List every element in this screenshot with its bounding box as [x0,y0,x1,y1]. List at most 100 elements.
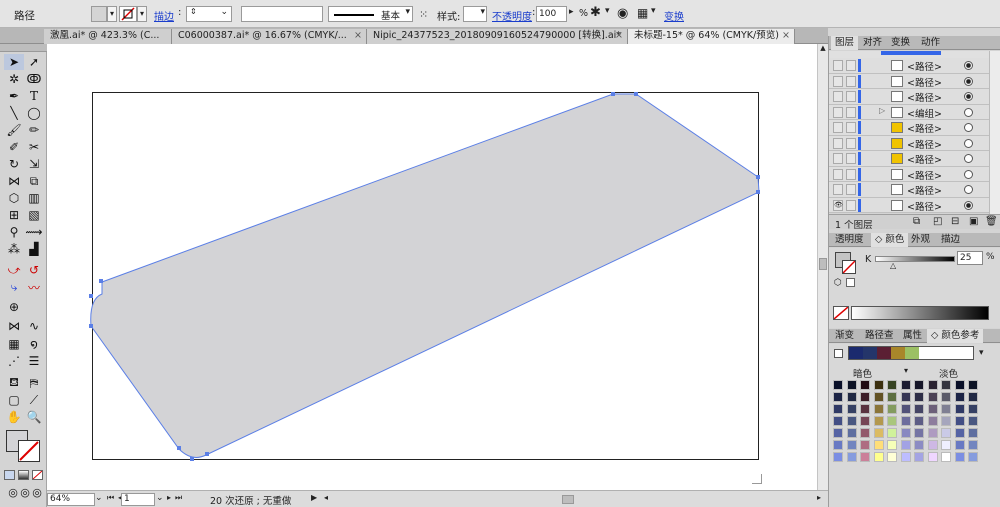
width-tool-icon[interactable]: ⋈ [4,173,24,189]
target-icon[interactable] [964,200,973,210]
visibility-toggle[interactable] [833,168,843,180]
locate-object-icon[interactable]: ⧉ [913,216,920,227]
tab-doc-2[interactable]: C06000387.ai* @ 16.67% (CMYK/... × [172,29,367,44]
guide-swatch[interactable] [941,452,951,462]
tab-color[interactable]: ◇ 颜色 [871,233,909,247]
custom-tool-red-2-icon[interactable]: ↺ [24,262,44,278]
recolor-artwork-icon[interactable]: ✱ [590,5,601,20]
opacity-input[interactable]: 100 [536,6,567,22]
scroll-left-icon[interactable]: ◂ [324,493,328,502]
chevron-down-icon[interactable]: ▾ [979,348,984,358]
k-slider[interactable] [875,256,955,262]
guide-swatch[interactable] [860,440,870,450]
tab-gradient[interactable]: 渐变 [831,329,858,343]
chevron-down-icon[interactable]: ▾ [605,6,610,16]
color-mode-icon[interactable] [4,470,15,480]
stroke-weight-input[interactable]: ⇕ ⌄ [186,6,232,22]
guide-swatch[interactable] [968,416,978,426]
guide-swatch[interactable] [873,404,884,414]
guide-swatch[interactable] [846,428,857,438]
guide-swatch[interactable] [900,416,911,426]
brush-definition[interactable]: 基本 ▾ [328,6,413,22]
harmony-swatch[interactable] [891,347,905,359]
tab-doc-1[interactable]: 激凰.ai* @ 423.3% (C... [44,29,172,44]
rectangle-tool-icon[interactable]: ▢ [4,392,24,408]
visibility-toggle[interactable] [833,91,843,102]
guide-swatch[interactable] [914,404,924,414]
vertical-scrollbar[interactable]: ▲ [817,44,828,490]
guide-swatch[interactable] [900,404,911,414]
guide-swatch[interactable] [833,404,843,414]
layer-row[interactable]: 👁 <路径> [829,197,989,213]
ellipse-tool-icon[interactable]: ◯ [24,105,44,121]
close-icon[interactable]: × [354,29,362,43]
draw-inside-icon[interactable]: ◎ [27,484,47,500]
stroke-link[interactable]: 描边 [154,8,174,23]
guide-swatch[interactable] [927,440,938,450]
layer-row[interactable]: <路径> [829,151,989,167]
guide-swatch[interactable] [968,404,978,414]
guide-swatch[interactable] [914,452,924,462]
visibility-toggle[interactable] [833,106,843,118]
slice-tool-icon[interactable]: ▦ [4,336,24,352]
knife-tool-icon[interactable]: ⟋ [24,392,44,408]
layer-row[interactable]: <路径> [829,89,989,105]
guide-swatch[interactable] [846,404,857,414]
visibility-toggle[interactable] [833,137,843,149]
scroll-up-icon[interactable]: ▲ [818,44,828,54]
clipping-mask-icon[interactable]: ◰ [933,216,942,227]
guide-swatch[interactable] [846,380,857,390]
selection-tool-icon[interactable]: ➤ [4,54,24,70]
opacity-link[interactable]: 不透明度 [492,8,532,23]
guide-swatch[interactable] [968,452,978,462]
custom-tool-wave-icon[interactable]: 〰 [24,279,44,295]
tab-transform[interactable]: 变换 [887,36,914,50]
guide-swatch[interactable] [968,428,978,438]
selected-path-shape[interactable] [90,93,760,458]
layer-row[interactable]: <路径> [829,182,989,198]
custom-tool-red-1-icon[interactable]: ⤻ [4,262,24,278]
guide-swatch[interactable] [887,380,897,390]
transform-link[interactable]: 变换 [664,8,684,23]
guide-swatch[interactable] [927,452,938,462]
list-tool-icon[interactable]: ☰ [24,353,44,369]
target-icon[interactable] [964,154,973,163]
scroll-right-icon[interactable]: ▸ [817,493,821,502]
layer-row[interactable]: ▷ <编组> [829,104,989,120]
arrange-icon[interactable]: ⁙ [419,8,428,21]
zoom-tool-icon[interactable]: 🔍 [24,409,44,425]
guide-swatch[interactable] [887,416,897,426]
stroke-swatch[interactable] [119,6,137,22]
guide-swatch[interactable] [914,440,924,450]
guide-swatch[interactable] [927,380,938,390]
globe-icon[interactable]: ◉ [617,6,628,21]
tab-doc-3[interactable]: Nipic_24377523_20180909160524790000 [转换]… [367,29,628,44]
graph-tool-icon[interactable]: ▟ [24,241,44,257]
color-spectrum-ramp[interactable] [851,306,989,320]
lock-toggle[interactable] [846,168,856,180]
lock-toggle[interactable] [846,137,856,149]
guide-swatch[interactable] [954,404,965,414]
zigzag-tool-icon[interactable]: ⋰ [4,353,24,369]
scale-tool-icon[interactable]: ⇲ [24,156,44,172]
stroke-indicator[interactable] [842,260,856,274]
lock-toggle[interactable] [846,106,856,118]
tab-color-guide[interactable]: ◇ 颜色参考 [927,329,984,343]
slider-thumb-icon[interactable]: △ [890,261,896,270]
guide-swatch[interactable] [900,452,911,462]
guide-swatch[interactable] [887,392,897,402]
custom-tool-blue-icon[interactable]: ⤷ [4,279,24,295]
tab-transparency[interactable]: 透明度 [831,233,868,247]
twirl-tool-icon[interactable]: ໑ [24,336,44,352]
lock-toggle[interactable] [846,91,856,102]
lock-toggle[interactable] [846,60,856,71]
guide-swatch[interactable] [860,404,870,414]
new-sublayer-icon[interactable]: ⊟ [951,216,959,227]
guide-swatch[interactable] [927,404,938,414]
guide-swatch[interactable] [954,392,965,402]
tab-layers[interactable]: 图层 [831,36,859,50]
new-layer-icon[interactable]: ▣ [969,216,978,227]
guide-swatch[interactable] [833,380,843,390]
magic-wand-tool-icon[interactable]: ✲ [4,71,24,87]
guide-swatch[interactable] [941,416,951,426]
